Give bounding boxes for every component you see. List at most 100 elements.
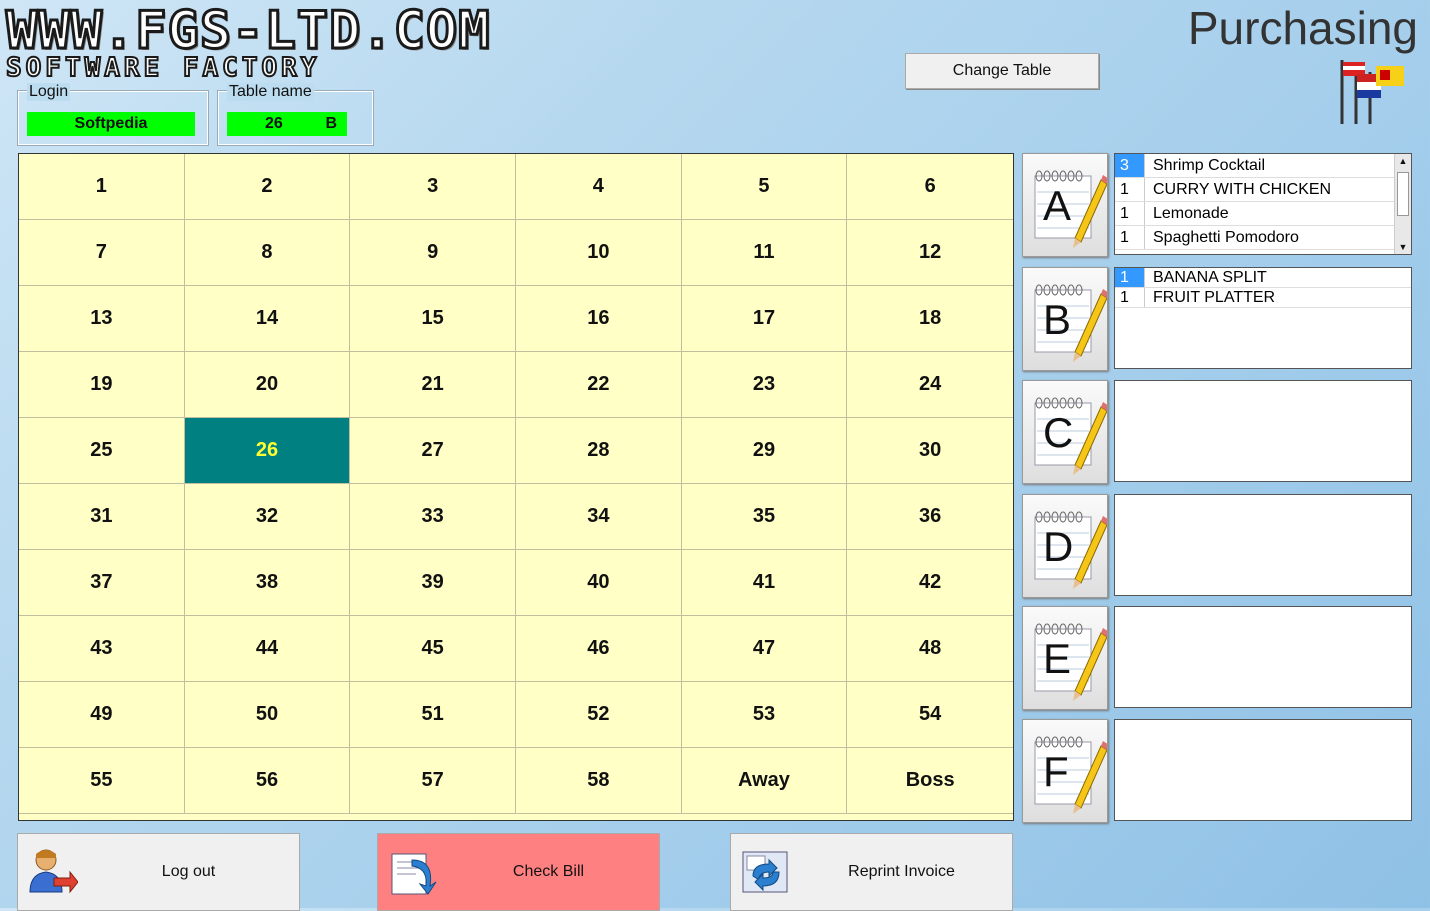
table-cell[interactable]: 29 xyxy=(681,418,848,484)
table-cell[interactable]: 35 xyxy=(681,484,848,550)
list-scrollbar[interactable]: ▲ ▼ xyxy=(1394,154,1411,254)
language-flags-icon[interactable] xyxy=(1336,58,1408,131)
table-cell[interactable]: 26 xyxy=(184,418,351,484)
table-cell[interactable]: 38 xyxy=(184,550,351,616)
list-item[interactable]: 1 FRUIT PLATTER xyxy=(1115,288,1411,308)
table-cell[interactable]: 25 xyxy=(19,418,185,484)
table-cell[interactable]: 3 xyxy=(350,154,516,220)
table-cell[interactable]: 11 xyxy=(681,220,848,286)
logout-button[interactable]: Log out xyxy=(17,833,300,911)
table-cell[interactable]: 6 xyxy=(847,154,1013,220)
logo-main-text: WWW.FGS-LTD.COM xyxy=(5,1,492,61)
table-cell[interactable]: 4 xyxy=(516,154,682,220)
table-cell[interactable]: 56 xyxy=(184,748,351,814)
table-cell[interactable]: 14 xyxy=(184,286,351,352)
table-cell[interactable]: 45 xyxy=(350,616,516,682)
section-c-items-list[interactable] xyxy=(1114,380,1412,482)
item-name: Shrimp Cocktail xyxy=(1153,156,1266,174)
table-cell[interactable]: 46 xyxy=(516,616,682,682)
table-cell[interactable]: 27 xyxy=(350,418,516,484)
table-cell[interactable]: 36 xyxy=(847,484,1013,550)
table-cell[interactable]: 24 xyxy=(847,352,1013,418)
table-cell[interactable]: 28 xyxy=(516,418,682,484)
table-cell[interactable]: 32 xyxy=(184,484,351,550)
section-e-button[interactable]: E xyxy=(1022,606,1108,710)
table-cell[interactable]: 42 xyxy=(847,550,1013,616)
check-bill-button[interactable]: Check Bill xyxy=(377,833,660,911)
table-cell[interactable]: 34 xyxy=(516,484,682,550)
table-cell[interactable]: 33 xyxy=(350,484,516,550)
table-cell[interactable]: 31 xyxy=(19,484,185,550)
table-cell[interactable]: 18 xyxy=(847,286,1013,352)
table-cell[interactable]: 7 xyxy=(19,220,185,286)
table-cell[interactable]: 58 xyxy=(516,748,682,814)
table-cell[interactable]: 21 xyxy=(350,352,516,418)
section-b-button[interactable]: B xyxy=(1022,267,1108,371)
table-grid: 1 2 3 4 5 6 7 8 9 10 11 12 13 14 15 16 17 18 19 20 21 22 23 24 2… xyxy=(18,153,1014,821)
table-cell[interactable]: 49 xyxy=(19,682,185,748)
table-cell[interactable]: 51 xyxy=(350,682,516,748)
table-cell[interactable]: 15 xyxy=(350,286,516,352)
table-cell[interactable]: 19 xyxy=(19,352,185,418)
section-f-items-list[interactable] xyxy=(1114,719,1412,821)
table-name-group: Table name 26 B xyxy=(217,83,374,146)
table-cell[interactable]: 37 xyxy=(19,550,185,616)
item-quantity: 1 xyxy=(1115,288,1145,307)
table-cell[interactable]: 50 xyxy=(184,682,351,748)
reprint-invoice-label: Reprint Invoice xyxy=(848,863,955,880)
section-c-button[interactable]: C xyxy=(1022,380,1108,484)
section-a-items-list[interactable]: 3 Shrimp Cocktail 1 CURRY WITH CHICKEN 1 Lemo… xyxy=(1114,153,1412,255)
table-cell[interactable]: 52 xyxy=(516,682,682,748)
table-cell[interactable]: 47 xyxy=(681,616,848,682)
table-cell[interactable]: 43 xyxy=(19,616,185,682)
table-cell[interactable]: 20 xyxy=(184,352,351,418)
table-cell[interactable]: 40 xyxy=(516,550,682,616)
table-cell[interactable]: 55 xyxy=(19,748,185,814)
table-cell[interactable]: 10 xyxy=(516,220,682,286)
section-d-button[interactable]: D xyxy=(1022,494,1108,598)
item-quantity: 1 xyxy=(1115,226,1145,249)
table-cell[interactable]: 41 xyxy=(681,550,848,616)
scroll-thumb[interactable] xyxy=(1397,172,1409,216)
section-e-items-list[interactable] xyxy=(1114,606,1412,708)
item-quantity: 3 xyxy=(1115,154,1145,177)
table-cell[interactable]: 5 xyxy=(681,154,848,220)
section-a-button[interactable]: A xyxy=(1022,153,1108,257)
table-cell[interactable]: 54 xyxy=(847,682,1013,748)
table-cell[interactable]: Away xyxy=(681,748,848,814)
table-cell[interactable]: 2 xyxy=(184,154,351,220)
list-item[interactable]: 1 Spaghetti Pomodoro xyxy=(1115,226,1395,250)
table-cell[interactable]: 9 xyxy=(350,220,516,286)
scroll-up-icon[interactable]: ▲ xyxy=(1395,154,1411,168)
check-bill-label: Check Bill xyxy=(512,863,585,880)
logout-label: Log out xyxy=(161,863,216,880)
list-item[interactable]: 1 Lemonade xyxy=(1115,202,1395,226)
table-cell[interactable]: 22 xyxy=(516,352,682,418)
table-cell[interactable]: 39 xyxy=(350,550,516,616)
table-cell[interactable]: 13 xyxy=(19,286,185,352)
section-f-button[interactable]: F xyxy=(1022,719,1108,823)
table-cell[interactable]: 12 xyxy=(847,220,1013,286)
table-cell[interactable]: 30 xyxy=(847,418,1013,484)
section-letter: F xyxy=(1043,748,1069,795)
table-cell[interactable]: 57 xyxy=(350,748,516,814)
list-item[interactable]: 1 CURRY WITH CHICKEN xyxy=(1115,178,1395,202)
table-cell[interactable]: 16 xyxy=(516,286,682,352)
table-cell[interactable]: 8 xyxy=(184,220,351,286)
section-b-items-list[interactable]: 1 BANANA SPLIT 1 FRUIT PLATTER xyxy=(1114,267,1412,369)
change-table-button[interactable]: Change Table xyxy=(905,53,1099,89)
list-item[interactable]: 1 BANANA SPLIT xyxy=(1115,268,1411,288)
table-cell[interactable]: 1 xyxy=(19,154,185,220)
table-cell[interactable]: 17 xyxy=(681,286,848,352)
table-name-value: 26 B xyxy=(227,112,347,136)
table-cell[interactable]: 53 xyxy=(681,682,848,748)
table-cell[interactable]: 44 xyxy=(184,616,351,682)
table-cell[interactable]: 23 xyxy=(681,352,848,418)
reprint-invoice-button[interactable]: Reprint Invoice xyxy=(730,833,1013,911)
table-cell[interactable]: Boss xyxy=(847,748,1013,814)
table-cell[interactable]: 48 xyxy=(847,616,1013,682)
list-item[interactable]: 3 Shrimp Cocktail xyxy=(1115,154,1395,178)
company-logo: WWW.FGS-LTD.COM SOFTWARE FACTORY xyxy=(5,1,492,84)
section-d-items-list[interactable] xyxy=(1114,494,1412,596)
scroll-down-icon[interactable]: ▼ xyxy=(1395,240,1411,254)
